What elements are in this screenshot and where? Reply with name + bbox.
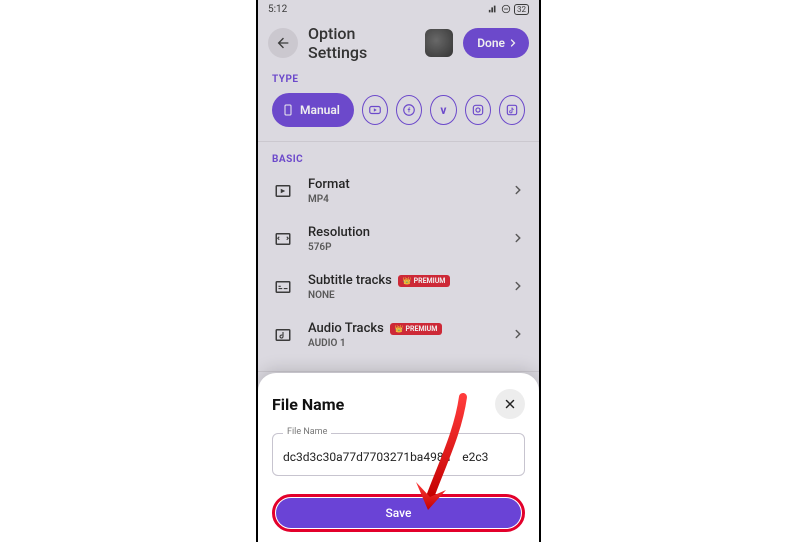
save-highlight: Save bbox=[272, 494, 525, 532]
audio-label: Audio Tracks bbox=[308, 321, 384, 336]
resolution-label: Resolution bbox=[308, 225, 497, 240]
audio-value: AUDIO 1 bbox=[308, 338, 497, 349]
phone-frame: 5:12 32 Option Settings Done TYPE Manual… bbox=[256, 0, 541, 542]
status-bar: 5:12 32 bbox=[258, 0, 539, 18]
chevron-right-icon bbox=[511, 230, 525, 249]
status-right: 32 bbox=[488, 4, 529, 15]
filename-field-wrap[interactable]: File Name bbox=[272, 433, 525, 476]
facebook-icon bbox=[402, 103, 416, 117]
sheet-title: File Name bbox=[272, 395, 344, 414]
page-title: Option Settings bbox=[308, 24, 415, 62]
chevron-right-icon bbox=[511, 182, 525, 201]
arrow-left-icon bbox=[275, 35, 291, 51]
resolution-icon bbox=[272, 228, 294, 250]
signal-icon bbox=[488, 4, 498, 14]
type-youtube-button[interactable] bbox=[362, 95, 388, 125]
close-button[interactable] bbox=[495, 389, 525, 419]
chevron-right-icon bbox=[507, 37, 519, 49]
type-facebook-button[interactable] bbox=[396, 95, 422, 125]
type-vimeo-button[interactable]: v bbox=[430, 95, 456, 125]
chevron-right-icon bbox=[511, 326, 525, 345]
type-manual-button[interactable]: Manual bbox=[272, 93, 354, 127]
status-time: 5:12 bbox=[268, 4, 287, 15]
format-value: MP4 bbox=[308, 194, 497, 205]
done-button[interactable]: Done bbox=[463, 28, 529, 58]
type-tiktok-button[interactable] bbox=[499, 95, 525, 125]
save-button[interactable]: Save bbox=[276, 498, 521, 528]
row-audio[interactable]: Audio Tracks 👑 PREMIUM AUDIO 1 bbox=[258, 311, 539, 359]
app-header: Option Settings Done bbox=[258, 18, 539, 68]
video-thumbnail[interactable] bbox=[425, 29, 453, 57]
filename-field-legend: File Name bbox=[283, 427, 331, 437]
type-selector: Manual v bbox=[258, 87, 539, 141]
filename-input[interactable] bbox=[283, 450, 514, 464]
subtitle-value: NONE bbox=[308, 290, 497, 301]
section-basic-label: BASIC bbox=[258, 148, 539, 167]
youtube-icon bbox=[368, 103, 382, 117]
tiktok-icon bbox=[505, 103, 519, 117]
instagram-icon bbox=[471, 103, 485, 117]
done-label: Done bbox=[477, 36, 505, 50]
vimeo-icon: v bbox=[440, 103, 446, 117]
chevron-right-icon bbox=[511, 278, 525, 297]
format-icon bbox=[272, 180, 294, 202]
row-resolution[interactable]: Resolution 576P bbox=[258, 215, 539, 263]
resolution-value: 576P bbox=[308, 242, 497, 253]
premium-badge: 👑 PREMIUM bbox=[390, 323, 443, 335]
do-not-disturb-icon bbox=[501, 4, 511, 14]
back-button[interactable] bbox=[268, 28, 298, 58]
type-manual-label: Manual bbox=[300, 103, 340, 117]
type-instagram-button[interactable] bbox=[465, 95, 491, 125]
audio-icon bbox=[272, 324, 294, 346]
premium-badge: 👑 PREMIUM bbox=[398, 275, 451, 287]
battery-icon: 32 bbox=[514, 4, 529, 15]
phone-icon bbox=[282, 102, 294, 118]
filename-sheet: File Name File Name Save bbox=[258, 373, 539, 542]
section-type-label: TYPE bbox=[258, 68, 539, 87]
close-icon bbox=[503, 397, 517, 411]
row-subtitle[interactable]: Subtitle tracks 👑 PREMIUM NONE bbox=[258, 263, 539, 311]
subtitle-label: Subtitle tracks bbox=[308, 273, 392, 288]
subtitle-icon bbox=[272, 276, 294, 298]
format-label: Format bbox=[308, 177, 497, 192]
row-format[interactable]: Format MP4 bbox=[258, 167, 539, 215]
